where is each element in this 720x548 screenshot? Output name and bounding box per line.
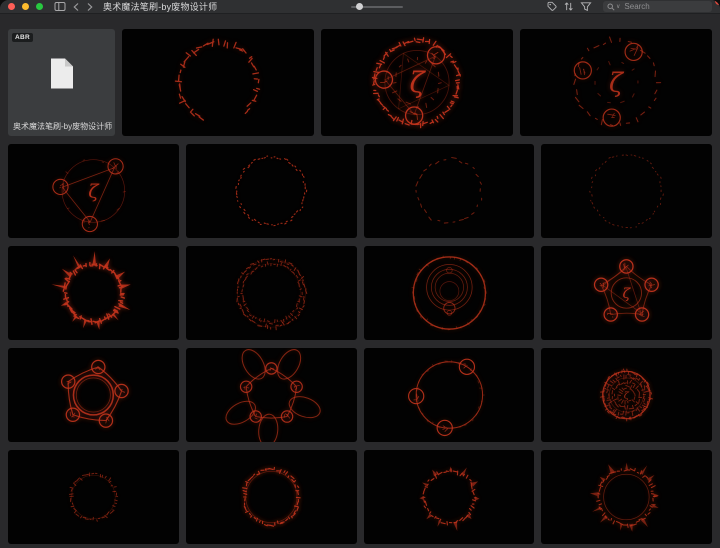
sort-arrows-icon[interactable]: [563, 1, 574, 12]
sidebar-toggle-icon[interactable]: [54, 1, 66, 12]
asset-thumbnail[interactable]: [363, 144, 535, 238]
magnifier-icon: [607, 2, 615, 11]
asset-thumbnail[interactable]: [8, 246, 179, 340]
svg-text:ζ: ζ: [409, 66, 426, 99]
slider-knob[interactable]: [356, 3, 364, 10]
toolbar: 奥术魔法笔刷-by废物设计师 ∨ Search: [0, 0, 720, 14]
asset-thumbnail[interactable]: ζζ: [541, 246, 712, 340]
forward-button[interactable]: [86, 2, 94, 12]
asset-thumbnail[interactable]: [185, 144, 357, 238]
asset-grid: ABR 奥术魔法笔刷-by废物设计师 ζζζζ ζζζζζζ: [0, 14, 720, 548]
zoom-button[interactable]: [36, 3, 43, 10]
thumbnail-size-slider[interactable]: [351, 0, 403, 13]
file-type-badge: ABR: [12, 33, 33, 42]
asset-thumbnail[interactable]: [541, 450, 712, 544]
notification-dot: [715, 0, 720, 5]
svg-text:ζ: ζ: [609, 68, 625, 98]
search-scope-chevron-icon[interactable]: ∨: [616, 3, 620, 10]
document-icon: [49, 58, 75, 95]
asset-thumbnail[interactable]: ζζ: [541, 348, 712, 442]
asset-thumbnail[interactable]: [185, 450, 357, 544]
asset-thumbnail[interactable]: ζζ: [520, 29, 712, 136]
asset-thumbnail[interactable]: [8, 348, 179, 442]
asset-thumbnail[interactable]: [185, 246, 357, 340]
search-input[interactable]: ∨ Search: [603, 1, 712, 12]
close-button[interactable]: [8, 3, 15, 10]
asset-thumbnail[interactable]: ζζ: [321, 29, 513, 136]
asset-thumbnail[interactable]: [363, 246, 535, 340]
asset-thumbnail[interactable]: [363, 348, 535, 442]
asset-thumbnail[interactable]: ζζ: [8, 144, 179, 238]
file-card-abr[interactable]: ABR 奥术魔法笔刷-by废物设计师: [8, 29, 115, 136]
file-name: 奥术魔法笔刷-by废物设计师: [13, 122, 113, 131]
back-button[interactable]: [72, 2, 80, 12]
asset-thumbnail[interactable]: [122, 29, 314, 136]
asset-thumbnail[interactable]: [185, 348, 357, 442]
svg-text:ζ: ζ: [623, 286, 632, 302]
svg-text:ζ: ζ: [624, 390, 630, 401]
funnel-icon[interactable]: [580, 1, 592, 12]
search-placeholder: Search: [624, 2, 650, 11]
asset-thumbnail[interactable]: [541, 144, 712, 238]
minimize-button[interactable]: [22, 3, 29, 10]
tag-icon[interactable]: [546, 1, 557, 12]
svg-text:ζ: ζ: [88, 181, 100, 203]
window-title: 奥术魔法笔刷-by废物设计师: [103, 2, 218, 12]
app-window: 奥术魔法笔刷-by废物设计师 ∨ Search ABR 奥术魔法笔刷-by废物设…: [0, 0, 720, 548]
asset-thumbnail[interactable]: [8, 450, 179, 544]
asset-thumbnail[interactable]: [363, 450, 535, 544]
